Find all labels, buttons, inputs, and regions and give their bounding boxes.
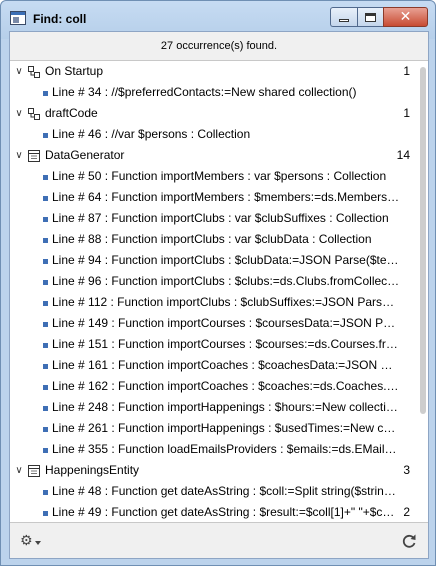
refresh-button[interactable]: [400, 532, 418, 550]
tree-line-text: Line # 96 : Function importClubs : $club…: [52, 274, 400, 288]
tree-line-row[interactable]: Line # 64 : Function importMembers : $me…: [10, 187, 418, 208]
tree-group-label: On Startup: [45, 64, 104, 78]
tree-line-row[interactable]: Line # 149 : Function importCourses : $c…: [10, 313, 418, 334]
tree-line-row[interactable]: Line # 151 : Function importCourses : $c…: [10, 334, 418, 355]
tree-line-text: Line # 151 : Function importCourses : $c…: [52, 337, 400, 351]
tree-group-count: 3: [403, 463, 410, 477]
tree-line-row[interactable]: Line # 161 : Function importCoaches : $c…: [10, 355, 418, 376]
chevron-down-icon[interactable]: ∨: [14, 460, 24, 481]
line-bullet-icon: [43, 259, 48, 264]
tree-line-text: Line # 49 : Function get dateAsString : …: [52, 505, 400, 519]
line-bullet-icon: [43, 427, 48, 432]
bottom-toolbar: ⚙: [10, 522, 428, 558]
tree-group-label: draftCode: [45, 106, 98, 120]
tree-line-text: Line # 355 : Function loadEmailsProvider…: [52, 442, 400, 456]
tree-line-row[interactable]: Line # 94 : Function importClubs : $club…: [10, 250, 418, 271]
class-icon: [28, 465, 40, 477]
chevron-down-icon[interactable]: ∨: [14, 103, 24, 124]
line-bullet-icon: [43, 322, 48, 327]
method-icon: [28, 108, 40, 120]
tree-line-text: Line # 50 : Function importMembers : var…: [52, 169, 387, 183]
tree-group-count: 14: [396, 148, 410, 162]
tree-line-text: Line # 149 : Function importCourses : $c…: [52, 316, 400, 330]
tree-line-text: Line # 87 : Function importClubs : var $…: [52, 211, 389, 225]
tree-line-row[interactable]: Line # 162 : Function importCoaches : $c…: [10, 376, 418, 397]
line-bullet-icon: [43, 385, 48, 390]
tree-line-count: 2: [403, 505, 410, 519]
tree-line-row[interactable]: Line # 355 : Function loadEmailsProvider…: [10, 439, 418, 460]
close-icon: ✕: [399, 9, 412, 25]
tree-group-row[interactable]: ∨ HappeningsEntity 3: [10, 460, 418, 481]
tree-group-row[interactable]: ∨ DataGenerator 14: [10, 145, 418, 166]
chevron-down-icon[interactable]: ∨: [14, 61, 24, 82]
close-button[interactable]: ✕: [383, 7, 428, 27]
line-bullet-icon: [43, 175, 48, 180]
results-tree[interactable]: ∨ On Startup 1 Line # 34 : //$preferredCont…: [10, 61, 428, 522]
minimize-button[interactable]: [330, 7, 357, 27]
window-app-icon: [10, 11, 26, 25]
line-bullet-icon: [43, 343, 48, 348]
maximize-icon: [365, 12, 376, 22]
occurrence-status: 27 occurrence(s) found.: [10, 32, 428, 61]
tree-line-row[interactable]: Line # 46 : //var $persons : Collection: [10, 124, 418, 145]
tree-line-text: Line # 248 : Function importHappenings :…: [52, 400, 400, 414]
tree-group-count: 1: [403, 64, 410, 78]
window-title: Find: coll: [33, 12, 87, 26]
tree-line-text: Line # 261 : Function importHappenings :…: [52, 421, 400, 435]
tree-line-row[interactable]: Line # 87 : Function importClubs : var $…: [10, 208, 418, 229]
tree-line-text: Line # 161 : Function importCoaches : $c…: [52, 358, 400, 372]
window-controls: ✕: [330, 7, 428, 27]
tree-line-row[interactable]: Line # 34 : //$preferredContacts:=New sh…: [10, 82, 418, 103]
tree-line-text: Line # 48 : Function get dateAsString : …: [52, 484, 400, 498]
tree-line-row[interactable]: Line # 261 : Function importHappenings :…: [10, 418, 418, 439]
tree-line-row[interactable]: Line # 88 : Function importClubs : var $…: [10, 229, 418, 250]
line-bullet-icon: [43, 196, 48, 201]
line-bullet-icon: [43, 406, 48, 411]
tree-line-row[interactable]: Line # 96 : Function importClubs : $club…: [10, 271, 418, 292]
refresh-icon: [402, 534, 416, 548]
tree-group-label: HappeningsEntity: [45, 463, 140, 477]
chevron-down-icon[interactable]: ∨: [14, 145, 24, 166]
line-bullet-icon: [43, 490, 48, 495]
line-bullet-icon: [43, 280, 48, 285]
tree-line-text: Line # 94 : Function importClubs : $club…: [52, 253, 400, 267]
method-icon: [28, 66, 40, 78]
scrollbar-thumb[interactable]: [420, 67, 426, 414]
class-icon: [28, 150, 40, 162]
line-bullet-icon: [43, 217, 48, 222]
tree-group-row[interactable]: ∨ On Startup 1: [10, 61, 418, 82]
tree-line-text: Line # 88 : Function importClubs : var $…: [52, 232, 372, 246]
tree-line-text: Line # 34 : //$preferredContacts:=New sh…: [52, 85, 357, 99]
tree-line-row[interactable]: Line # 49 : Function get dateAsString : …: [10, 502, 418, 522]
minimize-icon: [339, 18, 349, 22]
tree-line-row[interactable]: Line # 112 : Function importClubs : $clu…: [10, 292, 418, 313]
dropdown-caret-icon: [34, 541, 41, 545]
line-bullet-icon: [43, 301, 48, 306]
tree-line-text: Line # 64 : Function importMembers : $me…: [52, 190, 400, 204]
tree-group-row[interactable]: ∨ draftCode 1: [10, 103, 418, 124]
tree-line-row[interactable]: Line # 48 : Function get dateAsString : …: [10, 481, 418, 502]
window-client-area: 27 occurrence(s) found. ∨ On Startup 1 Line…: [9, 31, 429, 559]
tree-line-text: Line # 162 : Function importCoaches : $c…: [52, 379, 400, 393]
line-bullet-icon: [43, 511, 48, 516]
tree-group-count: 1: [403, 106, 410, 120]
tree-line-row[interactable]: Line # 50 : Function importMembers : var…: [10, 166, 418, 187]
find-window: Find: coll ✕ 27 occurrence(s) found. ∨ On…: [0, 0, 436, 566]
tree-line-text: Line # 46 : //var $persons : Collection: [52, 127, 251, 141]
options-menu-button[interactable]: ⚙: [20, 533, 46, 549]
line-bullet-icon: [43, 91, 48, 96]
vertical-scrollbar[interactable]: [418, 61, 428, 522]
tree-line-row[interactable]: Line # 248 : Function importHappenings :…: [10, 397, 418, 418]
tree-group-label: DataGenerator: [45, 148, 125, 162]
line-bullet-icon: [43, 238, 48, 243]
line-bullet-icon: [43, 448, 48, 453]
gear-icon: ⚙: [20, 533, 33, 549]
maximize-button[interactable]: [357, 7, 383, 27]
line-bullet-icon: [43, 133, 48, 138]
line-bullet-icon: [43, 364, 48, 369]
tree-line-text: Line # 112 : Function importClubs : $clu…: [52, 295, 400, 309]
